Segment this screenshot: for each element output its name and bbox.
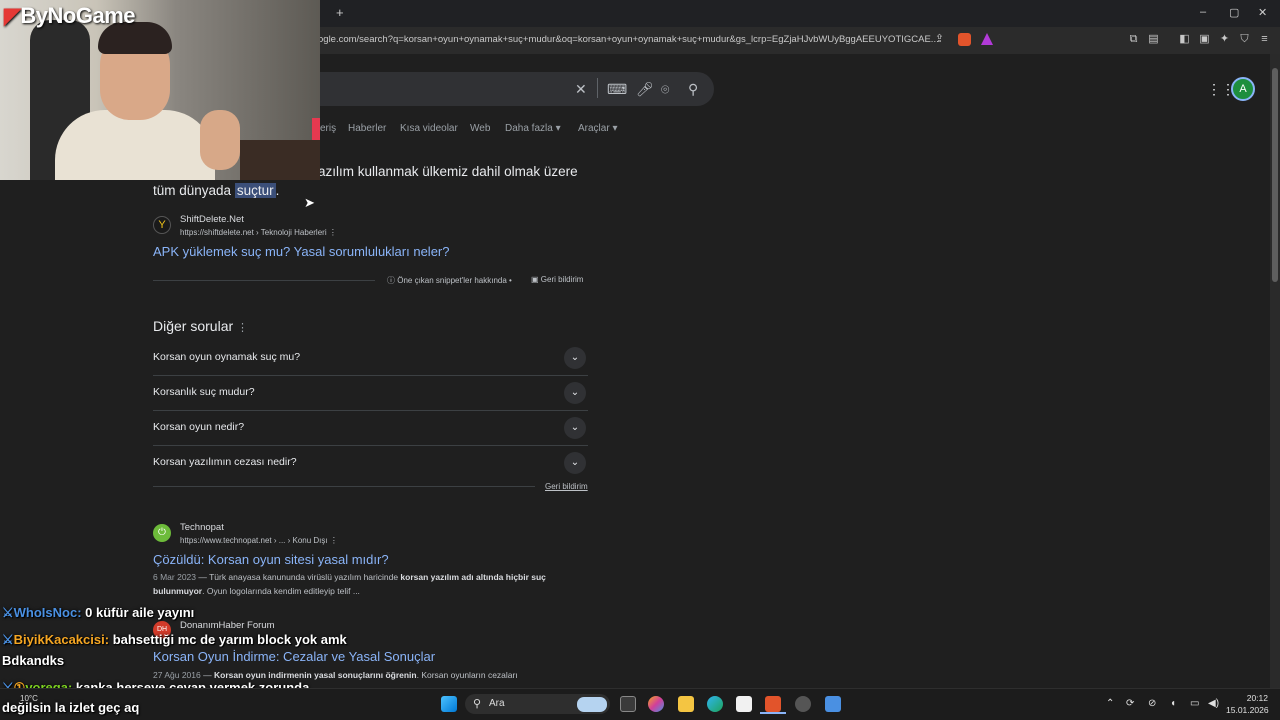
- chat-message: değilsin la izlet geç aq: [2, 700, 140, 715]
- reader-icon[interactable]: ▤: [1147, 33, 1160, 46]
- scrollbar-thumb[interactable]: [1272, 68, 1278, 282]
- source-name: DonanımHaber Forum: [180, 620, 275, 631]
- close-window-button[interactable]: ✕: [1258, 6, 1267, 19]
- clear-search-icon[interactable]: ✕: [575, 81, 587, 98]
- keyboard-icon[interactable]: ⌨: [607, 81, 627, 98]
- result-title-link[interactable]: Korsan Oyun İndirme: Cezalar ve Yasal So…: [153, 649, 435, 664]
- paa-question[interactable]: Korsan oyun oynamak suç mu? ⌄: [153, 341, 588, 376]
- paa-question[interactable]: Korsanlık suç mudur? ⌄: [153, 376, 588, 411]
- tab-tools[interactable]: Araçlar ▾: [578, 123, 618, 134]
- address-bar[interactable]: ogle.com/search?q=korsan+oyun+oynamak+su…: [318, 34, 939, 45]
- source-name: ShiftDelete.Net: [180, 214, 244, 225]
- brave-icon[interactable]: [765, 696, 781, 712]
- source-name: Technopat: [180, 522, 224, 533]
- shiftdelete-favicon: Y: [153, 216, 171, 234]
- tab-news[interactable]: Haberler: [348, 123, 386, 134]
- snippet-highlight: suçtur: [234, 183, 276, 198]
- search-divider: [597, 78, 598, 98]
- volume-icon[interactable]: ◀): [1208, 698, 1219, 709]
- technopat-favicon: ⏻: [153, 524, 171, 542]
- streamer-body: [55, 110, 215, 180]
- desk: [240, 140, 320, 180]
- tab-images[interactable]: eriş: [320, 123, 336, 134]
- menu-icon[interactable]: ≡: [1258, 33, 1271, 46]
- taskbar: [0, 688, 1280, 720]
- file-explorer-icon[interactable]: [678, 696, 694, 712]
- taskbar-search-label: Ara: [489, 698, 505, 709]
- tab-web[interactable]: Web: [470, 123, 490, 134]
- mouse-cursor-icon: ➤: [304, 195, 315, 210]
- chat-message: ⚔WhoIsNoc: 0 küfür aile yayını: [2, 605, 195, 620]
- obs-icon[interactable]: [795, 696, 811, 712]
- app-icon[interactable]: [825, 696, 841, 712]
- lens-camera-icon[interactable]: ⌾: [661, 81, 669, 98]
- snippet-line-2: tüm dünyada suçtur.: [153, 183, 280, 198]
- chat-message: Bdkandks: [2, 653, 65, 668]
- snippet-line-1: azılım kullanmak ülkemiz dahil olmak üze…: [318, 164, 578, 179]
- paa-question[interactable]: Korsan yazılımın cezası nedir? ⌄: [153, 446, 588, 481]
- result-title-link[interactable]: Çözüldü: Korsan oyun sitesi yasal mıdır?: [153, 552, 389, 567]
- microphone-tray-icon[interactable]: ◖: [1170, 698, 1176, 709]
- source-url[interactable]: https://shiftdelete.net › Teknoloji Habe…: [180, 228, 337, 237]
- chevron-down-icon[interactable]: ⌄: [564, 452, 586, 474]
- maximize-button[interactable]: ▢: [1229, 6, 1239, 19]
- clock-time[interactable]: 20:12: [1238, 693, 1268, 703]
- tray-overflow-icon[interactable]: ⌃: [1106, 698, 1114, 709]
- snippet-about-link[interactable]: ⓘ Öne çıkan snippet'ler hakkında •: [387, 275, 512, 286]
- sync-icon[interactable]: ⟳: [1126, 698, 1134, 709]
- paa-heading: Diğer sorular ⋮: [153, 318, 249, 334]
- extensions-icon[interactable]: ⧉: [1127, 33, 1140, 46]
- active-app-indicator: [760, 712, 786, 714]
- sidebar-icon[interactable]: ◧: [1178, 33, 1191, 46]
- chat-message: ⚔BiyikKacakcisi: bahsettiği mc de yarım …: [2, 632, 347, 647]
- paa-feedback-link[interactable]: Geri bildirim: [545, 482, 588, 491]
- display-icon[interactable]: ▭: [1190, 698, 1199, 709]
- new-tab-button[interactable]: +: [336, 5, 344, 20]
- chevron-down-icon[interactable]: ⌄: [564, 347, 586, 369]
- store-icon[interactable]: [736, 696, 752, 712]
- channel-logo: ◤ByNoGame: [4, 3, 136, 28]
- search-highlight-image: [577, 697, 607, 712]
- clock-date[interactable]: 15.01.2026: [1226, 705, 1269, 715]
- result-description: 6 Mar 2023 — Türk anayasa kanununda virü…: [153, 572, 546, 596]
- feedback-link[interactable]: ▣ Geri bildirim: [531, 275, 583, 284]
- edge-icon[interactable]: [707, 696, 723, 712]
- tab-more[interactable]: Daha fazla ▾: [505, 123, 561, 134]
- wallet-icon[interactable]: ▣: [1198, 33, 1211, 46]
- streamer-hand: [200, 110, 240, 170]
- start-button[interactable]: [441, 696, 457, 712]
- divider: [153, 280, 375, 281]
- result-title-link[interactable]: APK yüklemek suç mu? Yasal sorumluluklar…: [153, 244, 449, 259]
- no-network-icon[interactable]: ⊘: [1148, 698, 1156, 709]
- share-icon[interactable]: ⇪: [933, 33, 946, 46]
- search-icon[interactable]: ⚲: [688, 81, 698, 98]
- webcam-overlay: ◤ByNoGame: [0, 0, 320, 180]
- tab-short-videos[interactable]: Kısa videolar: [400, 123, 458, 134]
- paa-question[interactable]: Korsan oyun nedir? ⌄: [153, 411, 588, 446]
- minimize-button[interactable]: –: [1200, 6, 1206, 18]
- vpn-shield-icon[interactable]: ⛉: [1238, 33, 1251, 46]
- brave-shields-icon[interactable]: [958, 33, 971, 46]
- chevron-down-icon[interactable]: ⌄: [564, 417, 586, 439]
- brave-rewards-icon[interactable]: [981, 33, 993, 45]
- chevron-down-icon[interactable]: ⌄: [564, 382, 586, 404]
- microphone-icon[interactable]: 🎤︎: [636, 81, 654, 98]
- leo-ai-icon[interactable]: ✦: [1218, 33, 1231, 46]
- source-url[interactable]: https://www.technopat.net › ... › Konu D…: [180, 536, 338, 545]
- account-avatar[interactable]: A: [1231, 77, 1255, 101]
- red-accent: [312, 118, 320, 140]
- task-view-icon[interactable]: [620, 696, 636, 712]
- taskbar-search-icon: ⚲: [473, 698, 482, 710]
- divider: [153, 486, 535, 487]
- copilot-icon[interactable]: [648, 696, 664, 712]
